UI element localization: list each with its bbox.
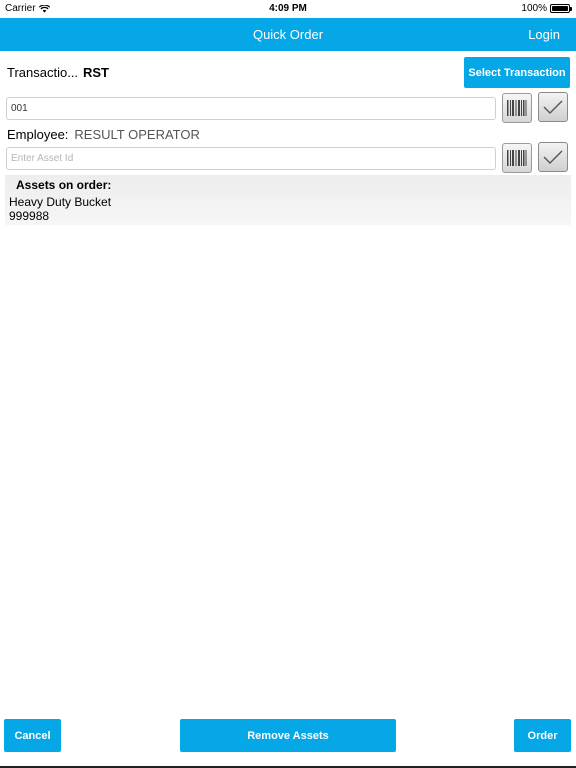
battery-indicator: 100% xyxy=(521,3,572,14)
asset-item-id[interactable]: 999988 xyxy=(9,209,49,223)
asset-id-input[interactable] xyxy=(6,147,496,170)
checkmark-icon xyxy=(543,100,563,114)
nav-bar: Quick Order Login xyxy=(0,18,576,51)
employee-name: RESULT OPERATOR xyxy=(74,127,200,142)
cancel-button[interactable]: Cancel xyxy=(4,719,61,752)
employee-label: Employee: xyxy=(7,127,69,142)
battery-icon xyxy=(550,4,572,13)
assets-list: Assets on order: Heavy Duty Bucket 99998… xyxy=(5,175,571,225)
transaction-label: Transactio... xyxy=(7,65,79,80)
status-time: 4:09 PM xyxy=(269,3,307,14)
transaction-value: RST xyxy=(83,65,109,80)
barcode-icon xyxy=(507,100,527,116)
login-button[interactable]: Login xyxy=(528,27,560,42)
order-button[interactable]: Order xyxy=(514,719,571,752)
barcode-icon xyxy=(507,150,527,166)
employee-id-input[interactable] xyxy=(6,97,496,120)
confirm-employee-button[interactable] xyxy=(538,92,568,122)
asset-item-name[interactable]: Heavy Duty Bucket xyxy=(9,195,111,209)
status-bar: Carrier 4:09 PM 100% xyxy=(0,0,576,18)
remove-assets-button[interactable]: Remove Assets xyxy=(180,719,396,752)
battery-percent: 100% xyxy=(521,3,547,14)
scan-employee-button[interactable] xyxy=(502,93,532,123)
assets-heading: Assets on order: xyxy=(16,178,112,192)
select-transaction-button[interactable]: Select Transaction xyxy=(464,57,570,88)
page-title: Quick Order xyxy=(252,27,324,42)
checkmark-icon xyxy=(543,150,563,164)
scan-asset-button[interactable] xyxy=(502,143,532,173)
confirm-asset-button[interactable] xyxy=(538,142,568,172)
employee-row: Employee: RESULT OPERATOR xyxy=(7,127,200,142)
